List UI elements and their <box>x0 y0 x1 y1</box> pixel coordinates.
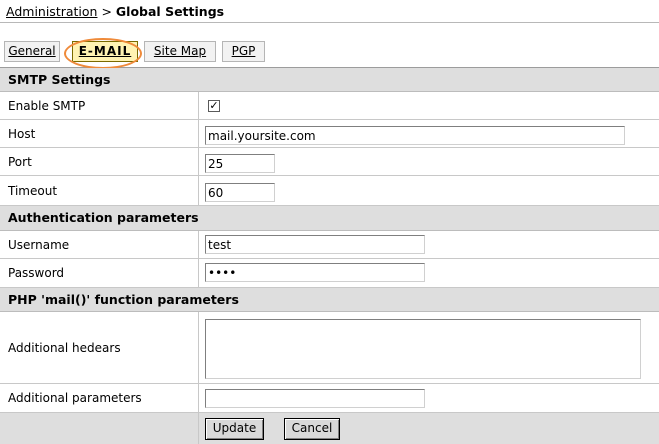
column-divider <box>198 312 199 383</box>
additional-headers-label: Additional hedears <box>8 341 121 355</box>
page-title: Global Settings <box>115 4 225 19</box>
column-divider <box>198 231 199 258</box>
column-divider <box>198 176 199 205</box>
form-actions: Update Cancel <box>0 413 659 444</box>
form-row-username: Username <box>0 231 659 259</box>
enable-smtp-checkbox[interactable]: ✓ <box>208 100 220 112</box>
timeout-input[interactable] <box>205 183 275 202</box>
additional-parameters-label: Additional parameters <box>8 391 142 405</box>
tab-site-map[interactable]: Site Map <box>144 41 216 62</box>
breadcrumb-administration-link[interactable]: Administration <box>6 4 97 19</box>
tab-general[interactable]: General <box>4 41 60 62</box>
additional-headers-textarea[interactable] <box>205 319 641 379</box>
breadcrumb: Administration > Global Settings <box>6 4 224 19</box>
section-header-smtp: SMTP Settings <box>0 68 659 92</box>
section-title: Authentication parameters <box>8 210 199 225</box>
timeout-label: Timeout <box>8 184 58 198</box>
header-divider <box>0 22 659 23</box>
form-row-timeout: Timeout <box>0 176 659 206</box>
section-title: PHP 'mail()' function parameters <box>8 292 239 307</box>
enable-smtp-label: Enable SMTP <box>8 99 86 113</box>
section-title: SMTP Settings <box>8 72 111 87</box>
port-input[interactable] <box>205 154 275 173</box>
username-label: Username <box>8 238 70 252</box>
breadcrumb-separator: > <box>101 4 112 19</box>
column-divider <box>198 148 199 175</box>
form-row-additional-parameters: Additional parameters <box>0 384 659 413</box>
section-header-php-mail: PHP 'mail()' function parameters <box>0 288 659 312</box>
column-divider <box>198 259 199 287</box>
column-divider <box>198 384 199 412</box>
section-header-authentication: Authentication parameters <box>0 206 659 231</box>
port-label: Port <box>8 155 32 169</box>
column-divider <box>198 92 199 119</box>
update-button[interactable]: Update <box>205 418 264 440</box>
form-row-host: Host <box>0 120 659 148</box>
column-divider <box>198 413 199 444</box>
form-row-port: Port <box>0 148 659 176</box>
additional-parameters-input[interactable] <box>205 389 425 408</box>
tab-bar: General E-MAIL Site Map PGP <box>0 39 659 68</box>
form-row-enable-smtp: Enable SMTP ✓ <box>0 92 659 120</box>
host-input[interactable] <box>205 126 625 145</box>
column-divider <box>198 120 199 147</box>
host-label: Host <box>8 127 36 141</box>
username-input[interactable] <box>205 235 425 254</box>
form-row-password: Password <box>0 259 659 288</box>
password-input[interactable] <box>205 263 425 282</box>
tab-email[interactable]: E-MAIL <box>72 41 138 62</box>
password-label: Password <box>8 266 65 280</box>
tab-pgp[interactable]: PGP <box>222 41 265 62</box>
cancel-button[interactable]: Cancel <box>284 418 340 440</box>
form-row-additional-headers: Additional hedears <box>0 312 659 384</box>
